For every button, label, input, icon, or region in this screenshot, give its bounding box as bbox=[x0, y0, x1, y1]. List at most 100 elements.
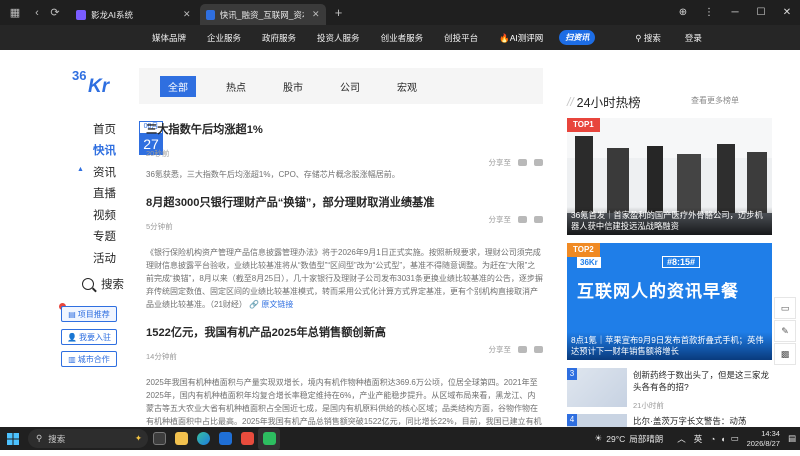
left-nav-events[interactable]: 活动 bbox=[93, 247, 116, 269]
file-explorer-icon[interactable] bbox=[170, 428, 192, 450]
login-link[interactable]: 登录 bbox=[685, 32, 702, 44]
more-icon[interactable]: ⋮ bbox=[696, 7, 722, 18]
left-search[interactable]: 搜索 bbox=[82, 276, 124, 292]
item-title: 比尔·盖茨万字长文警告：动荡 bbox=[633, 416, 747, 426]
project-icon: ▤ bbox=[68, 309, 76, 319]
wechat-icon[interactable] bbox=[518, 216, 527, 223]
scan-news-badge[interactable]: 扫资讯 bbox=[559, 30, 596, 45]
nav-item-government[interactable]: 政府服务 bbox=[262, 32, 296, 44]
left-nav-live[interactable]: 直播 bbox=[93, 183, 116, 205]
chat-icon: ▭ bbox=[780, 302, 790, 313]
weibo-icon[interactable] bbox=[534, 216, 543, 223]
tab-hot[interactable]: 热点 bbox=[226, 79, 246, 94]
hot-card-top2[interactable]: TOP2 36Kr #8:15# 互联网人的资讯早餐 8点1氪｜苹果宣布9月9日… bbox=[567, 243, 772, 360]
globe-icon[interactable]: ⊕ bbox=[670, 7, 696, 18]
input-method-indicator[interactable]: 英 bbox=[694, 433, 703, 445]
hot-card-top1[interactable]: TOP1 36氪首发｜首家盈利的国产医疗外骨骼公司，迈步机器人获中信建投远泓战略… bbox=[567, 118, 772, 235]
more-rankings-link[interactable]: 查看更多榜单 bbox=[691, 95, 739, 106]
back-icon[interactable]: ‹ bbox=[28, 4, 46, 22]
rank-number: 3 bbox=[567, 368, 577, 380]
rank-number: 4 bbox=[567, 414, 577, 426]
news-title[interactable]: 三大指数午后均涨超1% bbox=[146, 121, 543, 137]
tab-company[interactable]: 公司 bbox=[340, 79, 360, 94]
nav-item-vc-platform[interactable]: 创投平台 bbox=[444, 32, 478, 44]
left-nav-menu: 首页 快讯 资讯 直播 视频 专题 活动 ▲ bbox=[77, 118, 116, 269]
share-actions: 分享至 bbox=[489, 157, 543, 168]
left-nav-video[interactable]: 视频 bbox=[93, 204, 116, 226]
qrcode-float-button[interactable]: ▩ bbox=[774, 343, 796, 365]
system-tray: ☀ 29°C 局部晴朗 ︿ 英 ◔ ◖ ▭ 14:34 2026/8/27 ▤ bbox=[594, 428, 796, 449]
news-title[interactable]: 1522亿元，我国有机产品2025年总销售额创新高 bbox=[146, 324, 543, 340]
clock[interactable]: 14:34 2026/8/27 bbox=[747, 429, 780, 449]
time-tag: #8:15# bbox=[662, 256, 701, 268]
nav-item-ai-review[interactable]: 🔥AI测评网 bbox=[499, 32, 543, 44]
edge-browser-icon[interactable] bbox=[192, 428, 214, 450]
close-tab-icon[interactable]: ✕ bbox=[183, 9, 191, 20]
search-icon: ⚲ bbox=[635, 32, 642, 43]
wechat-app-icon[interactable] bbox=[258, 427, 280, 450]
new-tab-icon[interactable]: + bbox=[330, 4, 348, 22]
left-nav-home[interactable]: 首页 bbox=[93, 118, 116, 140]
hot-list-item[interactable]: 4 比尔·盖茨万字长文警告：动荡 bbox=[567, 414, 777, 427]
join-button[interactable]: 👤 我要入驻 bbox=[61, 329, 117, 345]
news-body: 《银行保险机构资产管理产品信息披露管理办法》将于2026年9月1日正式实施。按照… bbox=[146, 248, 543, 309]
news-title[interactable]: 8月超3000只银行理财产品“换锚”，部分理财取消业绩基准 bbox=[146, 194, 543, 210]
city-cooperation-button[interactable]: ▥ 城市合作 bbox=[61, 351, 117, 367]
minimize-icon[interactable]: ─ bbox=[722, 7, 748, 18]
tab-stock[interactable]: 股市 bbox=[283, 79, 303, 94]
chevron-up-icon[interactable]: ︿ bbox=[677, 433, 686, 445]
tab-all[interactable]: 全部 bbox=[160, 75, 196, 97]
copilot-sparkle-icon: ✦ bbox=[134, 433, 142, 443]
project-recommend-button[interactable]: ▤ 项目推荐 bbox=[61, 306, 117, 322]
nav-item-founder[interactable]: 创业者服务 bbox=[381, 32, 424, 44]
notification-icon[interactable]: ▤ bbox=[788, 433, 796, 444]
brand-tag: 36Kr bbox=[577, 257, 601, 268]
os-taskbar: ⚲ 搜索 ✦ ☀ 29°C 局部晴朗 ︿ 英 ◔ ◖ ▭ 14:34 2026/… bbox=[0, 427, 800, 450]
category-tabs: 全部 热点 股市 公司 宏观 bbox=[139, 68, 543, 104]
close-window-icon[interactable]: ✕ bbox=[774, 7, 800, 18]
browser-tab-2[interactable]: 快讯_融资_互联网_资本_科技 ✕ bbox=[199, 4, 326, 25]
wechat-icon[interactable] bbox=[518, 346, 527, 353]
left-nav-news[interactable]: 资讯 bbox=[93, 161, 116, 183]
nav-item-investor[interactable]: 投资人服务 bbox=[317, 32, 360, 44]
city-icon: ▥ bbox=[68, 354, 76, 364]
volume-icon[interactable]: ◖ bbox=[720, 434, 725, 444]
hot-list-item[interactable]: 3 创新药终于数出头了，但是这三家龙头各有各的招? 21小时前 bbox=[567, 368, 777, 412]
close-tab-icon[interactable]: ✕ bbox=[312, 9, 320, 20]
browser-menu-icon[interactable]: ▦ bbox=[6, 4, 24, 22]
wechat-icon[interactable] bbox=[518, 159, 527, 166]
caret-up-icon: ▲ bbox=[77, 166, 84, 173]
task-view-icon[interactable] bbox=[148, 428, 170, 450]
item-title: 创新药终于数出头了，但是这三家龙头各有各的招? bbox=[633, 370, 770, 392]
windows-start-icon[interactable] bbox=[0, 427, 26, 450]
battery-icon[interactable]: ▭ bbox=[731, 433, 739, 444]
news-item: 三大指数午后均涨超1% 20秒前 分享至 36氪获悉，三大指数午后均涨超1%，C… bbox=[146, 121, 543, 181]
nav-item-media[interactable]: 媒体品牌 bbox=[152, 32, 186, 44]
left-nav-topics[interactable]: 专题 bbox=[93, 226, 116, 248]
weibo-icon[interactable] bbox=[534, 159, 543, 166]
feedback-float-button[interactable]: ✎ bbox=[774, 320, 796, 342]
nav-item-enterprise[interactable]: 企业服务 bbox=[207, 32, 241, 44]
slash-icon: // bbox=[567, 94, 574, 109]
message-float-button[interactable]: ▭ bbox=[774, 297, 796, 319]
taskbar-search[interactable]: ⚲ 搜索 ✦ bbox=[28, 429, 148, 448]
qrcode-icon: ▩ bbox=[780, 348, 790, 359]
store-icon[interactable] bbox=[214, 428, 236, 450]
search-icon: ⚲ bbox=[36, 433, 43, 443]
left-nav-flash[interactable]: 快讯 bbox=[93, 140, 116, 162]
source-link[interactable]: 🔗 原文链接 bbox=[249, 300, 293, 309]
search-icon bbox=[82, 278, 94, 290]
tab-macro[interactable]: 宏观 bbox=[397, 79, 417, 94]
wifi-icon[interactable]: ◔ bbox=[710, 434, 715, 444]
nav-search[interactable]: ⚲ 搜索 bbox=[635, 32, 661, 44]
tab-favicon-icon bbox=[76, 9, 86, 20]
weather-icon: ☀ bbox=[594, 433, 603, 443]
reload-icon[interactable]: ⟳ bbox=[46, 4, 64, 22]
maximize-icon[interactable]: ☐ bbox=[748, 7, 774, 18]
morning-headline: 互联网人的资讯早餐 bbox=[577, 282, 739, 301]
site-logo[interactable]: 36 Kr bbox=[72, 67, 118, 97]
app-icon[interactable] bbox=[236, 428, 258, 450]
browser-tab-1[interactable]: 影龙AI系统 ✕ bbox=[70, 4, 197, 25]
site-top-nav: 媒体品牌 企业服务 政府服务 投资人服务 创业者服务 创投平台 🔥AI测评网 扫… bbox=[0, 25, 800, 50]
weibo-icon[interactable] bbox=[534, 346, 543, 353]
